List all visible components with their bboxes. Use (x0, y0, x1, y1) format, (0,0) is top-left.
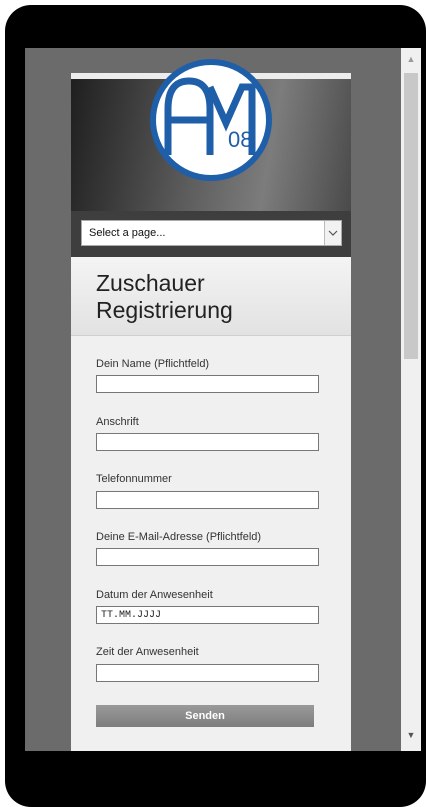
time-label: Zeit der Anwesenheit (96, 646, 199, 658)
page-title-line-1: Zuschauer (96, 270, 205, 296)
scroll-down-icon[interactable]: ▼ (401, 730, 421, 744)
address-label: Anschrift (96, 416, 139, 428)
date-label: Datum der Anwesenheit (96, 589, 213, 601)
page-select-value: Select a page... (89, 227, 166, 239)
email-label: Deine E-Mail-Adresse (Pflichtfeld) (96, 531, 262, 543)
title-box: Zuschauer Registrierung (71, 257, 351, 336)
name-field[interactable] (96, 375, 319, 393)
browser-viewport: 08 Select a page... Zuschauer Registrier… (25, 48, 421, 751)
page-content: 08 Select a page... Zuschauer Registrier… (71, 59, 351, 751)
email-field[interactable] (96, 548, 319, 566)
page-title: Zuschauer Registrierung (96, 270, 233, 324)
phone-label: Telefonnummer (96, 473, 172, 485)
address-field[interactable] (96, 433, 319, 451)
scrollbar-thumb[interactable] (404, 73, 418, 359)
time-field[interactable] (96, 664, 319, 682)
phone-field[interactable] (96, 491, 319, 509)
vertical-scrollbar[interactable]: ▲ ▼ (401, 48, 421, 751)
club-logo[interactable]: 08 (148, 57, 274, 183)
page-select-bar: Select a page... (71, 211, 351, 257)
logo-suffix-text: 08 (228, 127, 252, 152)
device-frame: 08 Select a page... Zuschauer Registrier… (5, 5, 426, 807)
name-label: Dein Name (Pflichtfeld) (96, 358, 210, 370)
page-title-line-2: Registrierung (96, 297, 233, 323)
page-select[interactable]: Select a page... (81, 220, 342, 246)
date-field[interactable]: TT.MM.JJJJ (96, 606, 319, 624)
submit-button[interactable]: Senden (96, 705, 314, 727)
chevron-down-icon[interactable] (324, 221, 341, 245)
header-banner: 08 (71, 59, 351, 211)
scroll-up-icon[interactable]: ▲ (401, 54, 421, 68)
